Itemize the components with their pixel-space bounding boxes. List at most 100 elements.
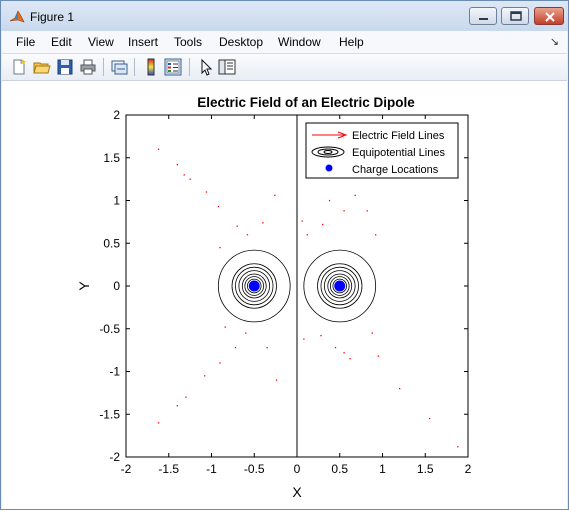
legend-charge-swatch <box>325 164 333 172</box>
new-figure-icon[interactable] <box>10 58 28 76</box>
y-tick-labels: -2 -1.5 -1 -0.5 0 0.5 1 1.5 2 <box>99 108 120 464</box>
field-line-point <box>334 346 337 349</box>
field-line-point <box>377 355 379 357</box>
field-line-point <box>371 332 373 334</box>
field-line-point <box>266 346 268 349</box>
legend-label-charges: Charge Locations <box>352 164 439 176</box>
field-line-point <box>176 163 178 166</box>
legend-icon[interactable] <box>164 58 182 76</box>
field-line-point <box>185 396 187 398</box>
dipole-plot: Electric Field of an Electric Dipole -2-… <box>76 95 472 500</box>
legend[interactable]: Electric Field Lines Equipotential Lines… <box>305 122 459 179</box>
menu-insert[interactable]: Insert <box>128 35 158 49</box>
charge-marker <box>334 280 346 292</box>
field-line-point <box>157 422 160 424</box>
menu-bar: File Edit View Insert Tools Desktop Wind… <box>2 31 567 54</box>
minimize-button[interactable] <box>469 7 497 25</box>
field-line-point <box>176 405 178 407</box>
field-line-point <box>354 194 356 197</box>
field-line-point <box>275 379 278 381</box>
legend-label-equipotential: Equipotential Lines <box>352 147 445 159</box>
y-tick-label: -0.5 <box>99 322 120 336</box>
toolbar-separator <box>189 58 190 76</box>
pointer-icon[interactable] <box>197 58 215 76</box>
link-icon[interactable] <box>110 58 128 76</box>
figure-canvas: Electric Field of an Electric Dipole -2-… <box>2 81 567 509</box>
matlab-icon <box>9 10 25 23</box>
field-line-point <box>274 194 276 197</box>
field-line-point <box>343 352 345 354</box>
field-line-point <box>205 191 208 193</box>
field-line-point <box>245 332 247 334</box>
menu-view[interactable]: View <box>88 35 114 49</box>
toolbar-separator <box>134 58 135 76</box>
field-line-point <box>428 417 431 420</box>
x-tick-label: -1.5 <box>158 462 179 476</box>
menu-file[interactable]: File <box>16 35 35 49</box>
x-tick-label: 0.5 <box>331 462 348 476</box>
chart-title: Electric Field of an Electric Dipole <box>197 95 415 110</box>
field-line-point <box>234 346 237 349</box>
field-line-point <box>457 446 459 448</box>
x-tick-label: 1.5 <box>417 462 434 476</box>
close-icon <box>545 12 555 22</box>
field-line-point <box>157 148 160 150</box>
minimize-icon <box>479 18 488 20</box>
field-line-point <box>183 174 185 176</box>
field-line-point <box>236 225 238 227</box>
colorbar-icon[interactable] <box>142 58 160 76</box>
x-tick-label: -1 <box>206 462 217 476</box>
field-line-point <box>217 205 220 208</box>
field-line-point <box>322 223 324 226</box>
toolbar-separator <box>103 58 104 76</box>
field-line-point <box>320 334 322 337</box>
open-file-icon[interactable] <box>33 58 51 76</box>
menu-window[interactable]: Window <box>278 35 321 49</box>
field-line-point <box>219 246 221 249</box>
save-icon[interactable] <box>56 58 74 76</box>
field-line-point <box>262 222 264 224</box>
field-line-point <box>303 338 305 340</box>
menu-edit[interactable]: Edit <box>51 35 72 49</box>
print-icon[interactable] <box>79 58 97 76</box>
field-line-point <box>306 234 308 236</box>
menu-tools[interactable]: Tools <box>174 35 202 49</box>
y-tick-label: -1.5 <box>99 407 120 421</box>
field-line-point <box>301 220 303 222</box>
x-tick-labels: -2 -1.5 -1 -0.5 0 0.5 1 1.5 2 <box>121 462 472 476</box>
figure-window: Figure 1 File Edit View Insert Tools Des… <box>0 0 569 510</box>
field-line-point <box>224 326 226 328</box>
x-tick-label: -0.5 <box>244 462 265 476</box>
y-tick-label: -2 <box>109 450 120 464</box>
window-title: Figure 1 <box>30 10 75 24</box>
x-tick-label: 1 <box>379 462 386 476</box>
x-tick-label: -2 <box>121 462 132 476</box>
maximize-icon <box>510 11 522 21</box>
x-axis-label: X <box>292 484 302 500</box>
y-tick-label: 0.5 <box>103 236 120 250</box>
title-bar[interactable]: Figure 1 <box>1 1 568 31</box>
x-tick-label: 2 <box>465 462 472 476</box>
close-button[interactable] <box>534 7 564 25</box>
field-line-point <box>366 210 368 212</box>
dock-arrow-icon[interactable]: ↘ <box>550 35 559 48</box>
charge-marker <box>248 280 260 292</box>
y-tick-label: 1 <box>113 194 120 208</box>
property-editor-icon[interactable] <box>218 58 236 76</box>
field-line-point <box>219 362 221 364</box>
menu-help[interactable]: Help <box>339 35 364 49</box>
field-line-point <box>349 358 351 360</box>
field-line-point <box>375 234 377 236</box>
y-tick-label: 0 <box>113 279 120 293</box>
maximize-button[interactable] <box>501 7 529 25</box>
field-line-point <box>246 234 249 236</box>
field-line-point <box>343 210 345 212</box>
field-line-point <box>189 178 191 180</box>
field-line-point <box>204 375 206 377</box>
figure-toolbar <box>2 54 567 81</box>
menu-desktop[interactable]: Desktop <box>219 35 263 49</box>
x-tick-label: 0 <box>294 462 301 476</box>
y-tick-label: -1 <box>109 365 120 379</box>
y-tick-label: 2 <box>113 108 120 122</box>
field-line-point <box>328 199 331 202</box>
